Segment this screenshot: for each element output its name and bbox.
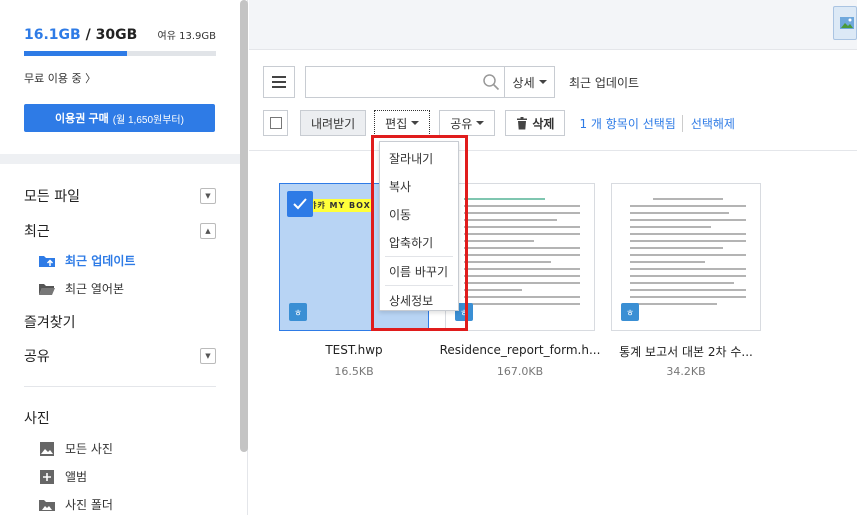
sidebar-separator <box>24 386 216 387</box>
trash-icon <box>517 116 528 129</box>
storage-usage: 16.1GB / 30GB 여유 13.9GB <box>24 24 216 56</box>
menu-item-compress[interactable]: 압축하기 <box>380 228 458 256</box>
top-strip <box>249 0 857 50</box>
sidebar-item-photo-folder[interactable]: 사진 폴더 <box>38 496 113 513</box>
hwp-file-icon: ㅎ <box>621 303 639 321</box>
buy-plan-button[interactable]: 이용권 구매 (월 1,650원부터) <box>24 104 215 132</box>
sidebar-item-all-files[interactable]: 모든 파일 ▼ <box>24 186 216 206</box>
sidebar-divider <box>0 154 248 164</box>
menu-item-details[interactable]: 상세정보 <box>380 286 458 314</box>
file-name[interactable]: Residence_report_form.h... <box>435 343 605 357</box>
share-button-label: 공유 <box>450 116 473 131</box>
photo-icon <box>40 441 54 456</box>
document-thumbnail <box>464 198 580 316</box>
chevron-up-icon[interactable]: ▲ <box>200 223 216 239</box>
edit-dropdown-menu: 잘라내기 복사 이동 압축하기 이름 바꾸기 상세정보 <box>379 141 459 311</box>
document-thumbnail <box>630 198 746 316</box>
sidebar-item-all-photos[interactable]: 모든 사진 <box>38 440 113 457</box>
caret-down-icon <box>411 121 420 125</box>
page-title: 최근 업데이트 <box>569 75 640 90</box>
sidebar-item-recent[interactable]: 최근 ▲ <box>24 221 216 241</box>
sidebar-item-favorites[interactable]: 즐겨찾기 <box>24 312 216 332</box>
search-detail-label: 상세 <box>512 75 535 90</box>
album-icon <box>40 469 54 484</box>
sidebar-item-label: 앨범 <box>65 470 88 484</box>
file-size: 34.2KB <box>666 365 706 378</box>
plan-link[interactable]: 무료 이용 중 〉 <box>24 70 96 86</box>
sidebar-item-album[interactable]: 앨범 <box>38 468 87 485</box>
search-icon[interactable] <box>477 67 506 97</box>
sidebar-item-label: 사진 폴더 <box>65 498 113 512</box>
sidebar-item-photos[interactable]: 사진 <box>24 408 216 428</box>
sidebar-item-label: 최근 <box>24 224 50 240</box>
select-all-checkbox[interactable] <box>263 110 288 136</box>
download-button[interactable]: 내려받기 <box>300 110 367 136</box>
file-name[interactable]: TEST.hwp <box>269 343 439 357</box>
check-icon[interactable] <box>287 191 313 217</box>
storage-total: 30GB <box>95 27 138 43</box>
photo-folder-icon <box>39 499 55 511</box>
sidebar-item-shared[interactable]: 공유 ▼ <box>24 346 216 366</box>
storage-used: 16.1GB <box>24 27 81 43</box>
sidebar-item-label: 모든 파일 <box>24 189 80 205</box>
storage-separator: / <box>80 27 96 43</box>
sidebar-item-label: 즐겨찾기 <box>24 315 76 331</box>
storage-free: 여유 13.9GB <box>157 31 216 42</box>
sidebar-scrollbar[interactable] <box>240 0 248 452</box>
storage-bar <box>24 51 216 56</box>
menu-item-move[interactable]: 이동 <box>380 200 458 228</box>
sidebar-item-label: 사진 <box>24 411 50 427</box>
delete-button[interactable]: 삭제 <box>505 110 566 136</box>
delete-button-label: 삭제 <box>532 116 555 131</box>
buy-plan-sub: (월 1,650원부터) <box>112 114 184 126</box>
search-input[interactable] <box>306 67 477 97</box>
sidebar-item-label: 모든 사진 <box>65 442 113 456</box>
app-root: 16.1GB / 30GB 여유 13.9GB 무료 이용 중 〉 이용권 구매… <box>0 0 857 515</box>
file-name[interactable]: 통계 보고서 대본 2차 수... <box>601 343 771 360</box>
edit-button[interactable]: 편집 <box>374 110 431 136</box>
caret-down-icon <box>476 121 485 125</box>
folder-open-icon <box>39 283 55 295</box>
menu-icon[interactable] <box>263 66 295 98</box>
hwp-file-icon: ㅎ <box>289 303 307 321</box>
thumbnail-text: 캬캬 MY BOX <box>306 199 374 212</box>
file-size: 16.5KB <box>334 365 374 378</box>
search-toolbar: 상세 최근 업데이트 <box>263 66 639 98</box>
chevron-down-icon[interactable]: ▼ <box>200 188 216 204</box>
edit-button-label: 편집 <box>385 116 408 131</box>
file-card[interactable]: ㅎ <box>445 183 595 331</box>
caret-down-icon <box>538 80 547 84</box>
clear-selection-link[interactable]: 선택해제 <box>681 114 735 132</box>
sidebar: 16.1GB / 30GB 여유 13.9GB 무료 이용 중 〉 이용권 구매… <box>0 0 248 515</box>
image-thumbnail-icon[interactable] <box>833 6 857 40</box>
sidebar-item-recent-updated[interactable]: 최근 업데이트 <box>38 252 135 269</box>
menu-item-rename[interactable]: 이름 바꾸기 <box>380 257 458 285</box>
search-detail-select[interactable]: 상세 <box>505 67 554 97</box>
file-size: 167.0KB <box>496 365 544 378</box>
chevron-down-icon[interactable]: ▼ <box>200 348 216 364</box>
content-divider <box>249 150 857 151</box>
storage-bar-fill <box>24 51 128 56</box>
menu-item-copy[interactable]: 복사 <box>380 172 458 200</box>
buy-plan-label: 이용권 구매 <box>55 113 109 125</box>
sidebar-item-recent-opened[interactable]: 최근 열어본 <box>38 280 124 297</box>
file-card[interactable]: ㅎ <box>611 183 761 331</box>
action-toolbar: 내려받기 편집 공유 삭제 1 개 항목이 선택됨 선택해제 <box>263 110 735 136</box>
menu-item-cut[interactable]: 잘라내기 <box>380 144 458 172</box>
sidebar-item-label: 최근 업데이트 <box>65 254 136 268</box>
share-button[interactable]: 공유 <box>439 110 496 136</box>
selection-count: 1 개 항목이 선택됨 <box>579 116 676 131</box>
folder-upload-icon <box>39 255 55 267</box>
search-box: 상세 <box>305 66 555 98</box>
sidebar-item-label: 최근 열어본 <box>65 282 125 296</box>
sidebar-item-label: 공유 <box>24 349 50 365</box>
